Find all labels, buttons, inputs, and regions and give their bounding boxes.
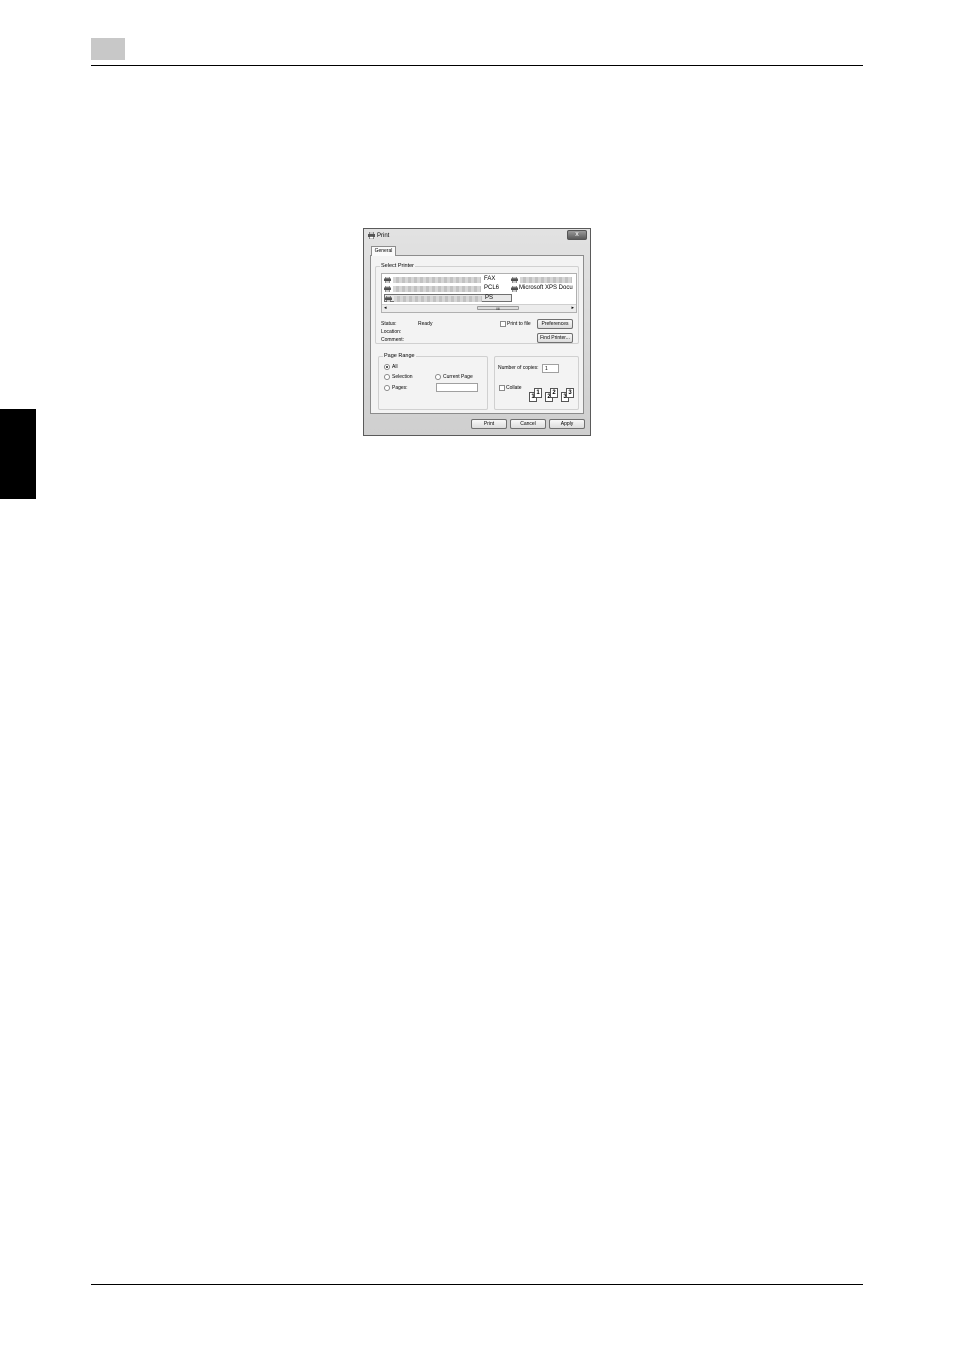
page-range-current-label: Current Page bbox=[443, 374, 473, 380]
header-rule bbox=[91, 65, 863, 66]
printer-item-obscured[interactable] bbox=[511, 276, 575, 284]
chapter-number-box bbox=[91, 38, 125, 60]
print-dialog: Print x General Select Printer FAX PCL6 … bbox=[363, 228, 591, 436]
preferences-button[interactable]: Preferences bbox=[537, 319, 573, 329]
printer-item-ps[interactable]: PS bbox=[384, 294, 512, 302]
printer-item-xps[interactable]: Microsoft XPS Docu bbox=[511, 285, 575, 293]
collate-page: 1 bbox=[534, 388, 542, 398]
collate-page: 3 bbox=[566, 388, 574, 398]
chapter-side-tab bbox=[0, 409, 36, 499]
page-range-selection-label: Selection bbox=[392, 374, 413, 380]
printer-name: PS bbox=[485, 295, 494, 301]
dialog-title: Print bbox=[377, 233, 390, 239]
printer-name-obscured bbox=[394, 296, 482, 302]
status-label: Status: bbox=[381, 321, 397, 327]
find-printer-button[interactable]: Find Printer... bbox=[537, 333, 573, 343]
comment-label: Comment: bbox=[381, 337, 405, 343]
page-range-all-radio[interactable] bbox=[384, 364, 390, 370]
page-range-current-radio[interactable] bbox=[435, 374, 441, 380]
status-value: Ready bbox=[418, 321, 433, 327]
close-button[interactable]: x bbox=[567, 230, 587, 240]
page-range-label: Page Range bbox=[383, 353, 416, 360]
page-range-group: Page Range All Selection Current Page Pa… bbox=[378, 353, 488, 410]
collate-checkbox[interactable] bbox=[499, 385, 505, 391]
page-range-all-label: All bbox=[392, 364, 398, 370]
close-icon: x bbox=[575, 231, 579, 238]
footer-rule bbox=[91, 1284, 863, 1285]
tab-general[interactable]: General bbox=[371, 246, 396, 256]
printer-icon bbox=[511, 286, 518, 292]
copies-value: 1 bbox=[545, 366, 548, 372]
collate-label: Collate bbox=[506, 385, 522, 391]
cancel-button[interactable]: Cancel bbox=[510, 419, 546, 429]
printer-item-fax[interactable]: FAX bbox=[384, 276, 508, 284]
copies-label: Number of copies: bbox=[498, 365, 539, 371]
select-printer-label: Select Printer bbox=[380, 263, 416, 270]
printer-name-obscured bbox=[520, 277, 572, 283]
printer-icon bbox=[511, 277, 518, 283]
printer-name: FAX bbox=[484, 276, 496, 282]
page-range-pages-label: Pages: bbox=[392, 385, 408, 391]
printer-name: Microsoft XPS Docu bbox=[519, 285, 573, 291]
printer-icon bbox=[368, 232, 375, 239]
printer-list-scrollbar[interactable]: ◂ III ▸ bbox=[382, 304, 576, 312]
copies-stepper[interactable]: 1 bbox=[542, 364, 559, 373]
apply-button[interactable]: Apply bbox=[549, 419, 585, 429]
general-panel: Select Printer FAX PCL6 Microsoft XPS Do… bbox=[370, 255, 584, 414]
print-to-file-label: Print to file bbox=[507, 321, 531, 327]
printer-name-obscured bbox=[393, 277, 481, 283]
printer-name-obscured bbox=[393, 286, 481, 292]
scroll-left-icon[interactable]: ◂ bbox=[384, 305, 387, 312]
print-button[interactable]: Print bbox=[471, 419, 507, 429]
collate-page: 2 bbox=[550, 388, 558, 398]
copies-group: Number of copies: 1 Collate 1 1 2 2 3 3 bbox=[494, 356, 579, 410]
dialog-titlebar[interactable]: Print x bbox=[364, 229, 590, 243]
page-range-selection-radio[interactable] bbox=[384, 374, 390, 380]
printer-icon bbox=[384, 277, 391, 283]
printer-item-pcl6[interactable]: PCL6 bbox=[384, 285, 508, 293]
select-printer-group: Select Printer FAX PCL6 Microsoft XPS Do… bbox=[375, 263, 579, 344]
printer-name: PCL6 bbox=[484, 285, 500, 291]
location-label: Location: bbox=[381, 329, 402, 335]
scroll-right-icon[interactable]: ▸ bbox=[571, 305, 574, 312]
page-range-pages-radio[interactable] bbox=[384, 385, 390, 391]
pages-input[interactable] bbox=[436, 383, 478, 392]
scroll-thumb[interactable]: III bbox=[477, 306, 519, 311]
printer-icon bbox=[385, 296, 392, 302]
printer-icon bbox=[384, 286, 391, 292]
printer-list: FAX PCL6 Microsoft XPS Docu PS ◂ III ▸ bbox=[381, 273, 577, 313]
print-to-file-checkbox[interactable] bbox=[500, 321, 506, 327]
